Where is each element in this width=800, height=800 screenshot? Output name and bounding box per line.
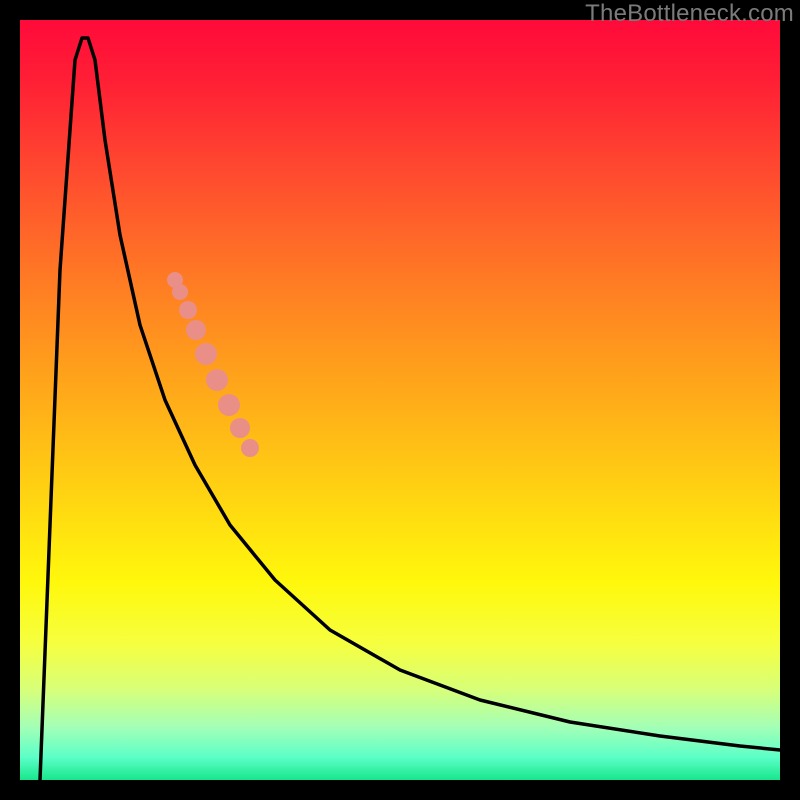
- watermark-text: TheBottleneck.com: [585, 0, 794, 28]
- bottleneck-curve: [40, 38, 780, 780]
- highlight-dot: [230, 418, 250, 438]
- highlight-dot: [206, 369, 228, 391]
- highlight-dot: [241, 439, 259, 457]
- highlight-dot: [195, 343, 217, 365]
- highlight-dot: [186, 320, 206, 340]
- highlight-dot: [179, 301, 197, 319]
- highlight-dot: [172, 284, 188, 300]
- highlight-segment: [167, 272, 259, 457]
- chart-frame: TheBottleneck.com: [0, 0, 800, 800]
- highlight-dot: [218, 394, 240, 416]
- plot-area: [20, 20, 780, 780]
- chart-svg: [20, 20, 780, 780]
